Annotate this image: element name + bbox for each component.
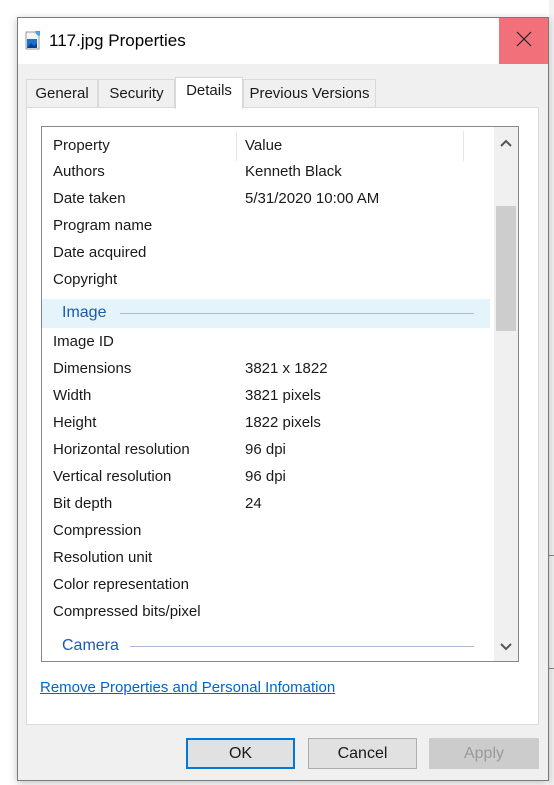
- background-divider: [549, 555, 554, 556]
- scroll-up-button[interactable]: [494, 131, 518, 153]
- group-divider: [130, 646, 474, 647]
- group-header-image[interactable]: Image: [42, 299, 490, 328]
- property-name: Dimensions: [53, 360, 132, 377]
- list-item[interactable]: Resolution unit: [42, 546, 492, 573]
- tab-details[interactable]: Details: [175, 77, 243, 109]
- list-item[interactable]: Height 1822 pixels: [42, 411, 492, 438]
- column-header-row: Property Value: [42, 131, 492, 161]
- tab-general[interactable]: General: [26, 79, 98, 107]
- ok-button[interactable]: OK: [186, 738, 295, 769]
- chevron-down-icon: [500, 638, 512, 655]
- list-item[interactable]: Authors Kenneth Black: [42, 160, 492, 187]
- property-value: 96 dpi: [245, 468, 286, 485]
- cancel-button[interactable]: Cancel: [308, 738, 417, 769]
- list-item[interactable]: Date taken 5/31/2020 10:00 AM: [42, 187, 492, 214]
- property-value: 24: [245, 495, 262, 512]
- property-name: Date taken: [53, 190, 126, 207]
- property-name: Vertical resolution: [53, 468, 172, 485]
- property-value: 5/31/2020 10:00 AM: [245, 190, 380, 207]
- title-bar[interactable]: 117.jpg Properties: [18, 18, 548, 64]
- column-header-property[interactable]: Property: [53, 137, 110, 154]
- list-item[interactable]: Compression: [42, 519, 492, 546]
- list-item[interactable]: Date acquired: [42, 241, 492, 268]
- property-name: Compressed bits/pixel: [53, 603, 201, 620]
- property-value: 96 dpi: [245, 441, 286, 458]
- tab-security[interactable]: Security: [98, 79, 175, 107]
- list-item[interactable]: Copyright: [42, 268, 492, 295]
- properties-dialog: 117.jpg Properties General Security Deta…: [17, 17, 549, 781]
- list-item[interactable]: Compressed bits/pixel: [42, 600, 492, 627]
- column-separator[interactable]: [236, 131, 237, 161]
- group-divider: [120, 313, 474, 314]
- column-separator[interactable]: [463, 131, 464, 161]
- scroll-thumb[interactable]: [496, 206, 516, 331]
- apply-button[interactable]: Apply: [429, 738, 539, 769]
- property-name: Color representation: [53, 576, 189, 593]
- window-title: 117.jpg Properties: [49, 31, 186, 50]
- image-file-icon: [24, 30, 42, 50]
- list-item[interactable]: Bit depth 24: [42, 492, 492, 519]
- tab-previous-versions[interactable]: Previous Versions: [243, 79, 376, 107]
- group-header-camera[interactable]: Camera: [42, 632, 490, 661]
- property-name: Program name: [53, 217, 153, 234]
- property-name: Compression: [53, 522, 142, 539]
- group-label: Image: [62, 304, 107, 321]
- details-panel: Property Value Authors Kenneth Black Dat…: [26, 107, 539, 725]
- property-name: Authors: [53, 163, 105, 180]
- list-item[interactable]: Horizontal resolution 96 dpi: [42, 438, 492, 465]
- background-divider: [549, 668, 554, 669]
- close-icon: [516, 31, 532, 51]
- list-item[interactable]: Image ID: [42, 330, 492, 357]
- property-value: 3821 pixels: [245, 387, 321, 404]
- group-label: Camera: [62, 637, 119, 654]
- list-item[interactable]: Width 3821 pixels: [42, 384, 492, 411]
- property-name: Copyright: [53, 271, 118, 288]
- list-item[interactable]: Dimensions 3821 x 1822: [42, 357, 492, 384]
- list-item[interactable]: Color representation: [42, 573, 492, 600]
- property-name: Bit depth: [53, 495, 113, 512]
- list-item[interactable]: Vertical resolution 96 dpi: [42, 465, 492, 492]
- property-value: Kenneth Black: [245, 163, 342, 180]
- list-item[interactable]: Program name: [42, 214, 492, 241]
- vertical-scrollbar[interactable]: [494, 127, 518, 661]
- property-value: 3821 x 1822: [245, 360, 328, 377]
- property-name: Horizontal resolution: [53, 441, 190, 458]
- property-name: Resolution unit: [53, 549, 153, 566]
- property-name: Image ID: [53, 333, 114, 350]
- property-value: 1822 pixels: [245, 414, 321, 431]
- property-name: Date acquired: [53, 244, 147, 261]
- property-name: Height: [53, 414, 97, 431]
- close-button[interactable]: [499, 18, 548, 64]
- details-list[interactable]: Property Value Authors Kenneth Black Dat…: [41, 126, 519, 662]
- chevron-up-icon: [500, 134, 512, 151]
- remove-properties-link[interactable]: Remove Properties and Personal Infomatio…: [40, 679, 335, 696]
- property-name: Width: [53, 387, 92, 404]
- scroll-down-button[interactable]: [494, 635, 518, 657]
- column-header-value[interactable]: Value: [245, 137, 282, 154]
